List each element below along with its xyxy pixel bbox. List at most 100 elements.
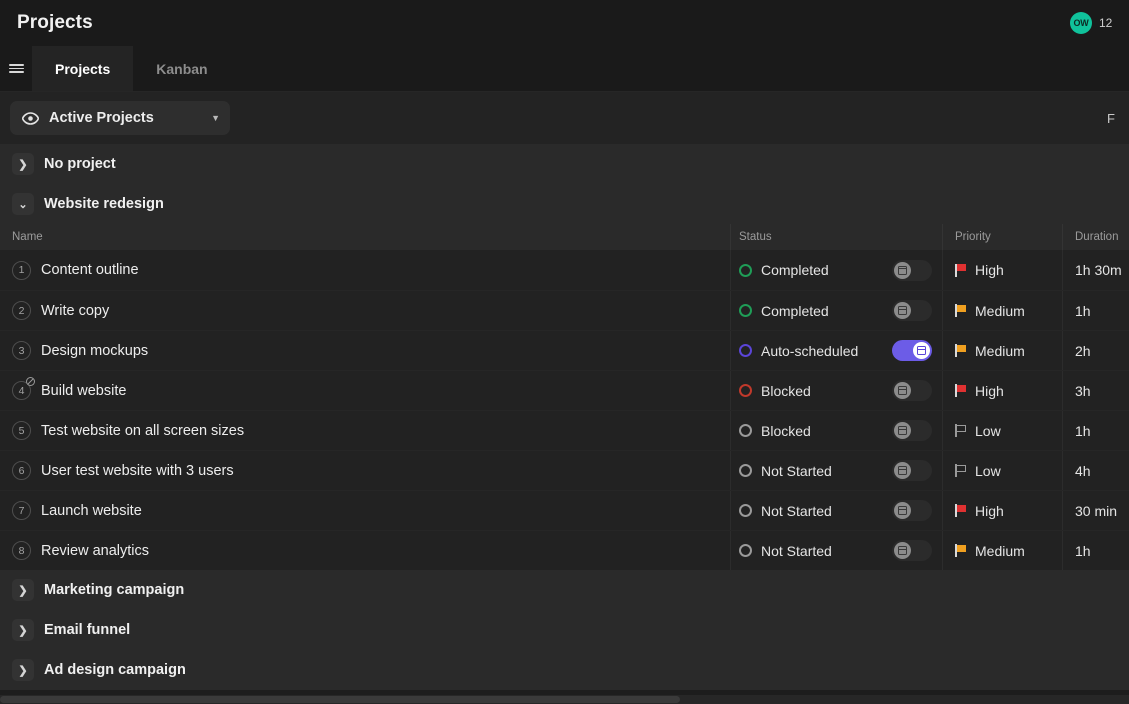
task-number: 8 [12, 541, 31, 560]
task-status-cell[interactable]: Not Started [730, 451, 942, 490]
task-duration-cell[interactable]: 1h [1062, 291, 1129, 330]
duration-label: 4h [1075, 462, 1091, 479]
duration-label: 30 min [1075, 502, 1118, 519]
auto-schedule-toggle[interactable] [892, 300, 932, 321]
auto-schedule-toggle[interactable] [892, 259, 932, 281]
chevron-right-icon[interactable]: ❯ [12, 579, 34, 601]
task-title: Write copy [41, 302, 110, 319]
scrollbar-thumb[interactable] [0, 696, 680, 703]
task-priority-cell[interactable]: Medium [942, 531, 1062, 570]
task-priority-cell[interactable]: High [942, 371, 1062, 410]
column-header-duration[interactable]: Duration [1062, 224, 1129, 250]
task-status-cell[interactable]: Blocked [730, 371, 942, 410]
task-name-cell[interactable]: 4 Build website [0, 377, 730, 400]
task-duration-cell[interactable]: 3h [1062, 371, 1129, 410]
priority-label: Medium [975, 542, 1025, 559]
task-status-cell[interactable]: Completed [730, 250, 942, 290]
group-row-email-funnel[interactable]: ❯ Email funnel [0, 610, 1129, 650]
task-duration-cell[interactable]: 1h [1062, 531, 1129, 570]
task-name-cell[interactable]: 1 Content outline [0, 260, 730, 280]
task-duration-cell[interactable]: 1h [1062, 411, 1129, 450]
calendar-icon [917, 346, 926, 355]
status-dot-icon [739, 344, 752, 357]
table-row[interactable]: 5 Test website on all screen sizes Blocked… [0, 410, 1129, 450]
table-row[interactable]: 6 User test website with 3 users Not Start… [0, 450, 1129, 490]
group-row-marketing-campaign[interactable]: ❯ Marketing campaign [0, 570, 1129, 610]
task-title: Test website on all screen sizes [41, 422, 245, 439]
duration-label: 1h 30m [1075, 262, 1122, 278]
table-row[interactable]: 4 Build website Blocked High 3h [0, 370, 1129, 410]
chevron-down-icon[interactable]: ⌄ [12, 193, 34, 215]
group-row-website-redesign[interactable]: ⌄ Website redesign [0, 184, 1129, 224]
blocked-badge-icon [26, 377, 35, 386]
hamburger-icon[interactable] [0, 46, 32, 91]
calendar-icon [898, 506, 907, 515]
group-name: Ad design campaign [44, 662, 186, 678]
filter-bar: Active Projects ▼ F [0, 92, 1129, 144]
task-name-cell[interactable]: 3 Design mockups [0, 341, 730, 360]
priority-label: High [975, 262, 1004, 278]
task-number: 7 [12, 501, 31, 520]
column-header-status[interactable]: Status [730, 224, 942, 250]
tab-projects[interactable]: Projects [32, 46, 134, 91]
duration-label: 1h [1075, 542, 1091, 559]
task-priority-cell[interactable]: Medium [942, 291, 1062, 330]
task-number: 3 [12, 341, 31, 360]
duration-label: 3h [1075, 382, 1091, 399]
task-duration-cell[interactable]: 4h [1062, 451, 1129, 490]
chevron-right-icon[interactable]: ❯ [12, 619, 34, 641]
table-row[interactable]: 8 Review analytics Not Started Medium 1h [0, 530, 1129, 570]
priority-flag-icon [955, 464, 967, 477]
task-status-cell[interactable]: Not Started [730, 531, 942, 570]
group-row-no-project[interactable]: ❯ No project [0, 144, 1129, 184]
chevron-right-icon[interactable]: ❯ [12, 659, 34, 681]
auto-schedule-toggle[interactable] [892, 340, 932, 361]
clock-text: 12 [1099, 16, 1113, 30]
auto-schedule-toggle[interactable] [892, 540, 932, 561]
task-priority-cell[interactable]: Low [942, 411, 1062, 450]
table-row[interactable]: 1 Content outline Completed High 1h 30m [0, 250, 1129, 290]
status-label: Not Started [761, 542, 832, 559]
task-status-cell[interactable]: Completed [730, 291, 942, 330]
task-name-cell[interactable]: 2 Write copy [0, 301, 730, 320]
auto-schedule-toggle[interactable] [892, 420, 932, 441]
duration-label: 1h [1075, 302, 1091, 319]
priority-flag-icon [955, 544, 967, 557]
auto-schedule-toggle[interactable] [892, 380, 932, 401]
tab-projects-label: Projects [55, 60, 111, 77]
status-label: Not Started [761, 462, 832, 479]
group-row-ad-design-campaign[interactable]: ❯ Ad design campaign [0, 650, 1129, 690]
task-status-cell[interactable]: Auto-scheduled [730, 331, 942, 370]
task-duration-cell[interactable]: 1h 30m [1062, 250, 1129, 290]
task-name-cell[interactable]: 7 Launch website [0, 501, 730, 520]
avatar[interactable]: OW [1070, 12, 1092, 34]
task-priority-cell[interactable]: High [942, 491, 1062, 530]
table-row[interactable]: 3 Design mockups Auto-scheduled Medium 2h [0, 330, 1129, 370]
tab-kanban-label: Kanban [156, 60, 208, 77]
status-label: Completed [761, 262, 829, 278]
filter-label[interactable]: F [1107, 111, 1115, 126]
task-title: Review analytics [41, 542, 149, 559]
task-status-cell[interactable]: Not Started [730, 491, 942, 530]
column-header-name[interactable]: Name [0, 231, 730, 243]
table-row[interactable]: 7 Launch website Not Started High 30 min [0, 490, 1129, 530]
auto-schedule-toggle[interactable] [892, 460, 932, 481]
auto-schedule-toggle[interactable] [892, 500, 932, 521]
task-priority-cell[interactable]: High [942, 250, 1062, 290]
task-duration-cell[interactable]: 30 min [1062, 491, 1129, 530]
chevron-right-icon[interactable]: ❯ [12, 153, 34, 175]
tab-kanban[interactable]: Kanban [133, 46, 230, 91]
task-status-cell[interactable]: Blocked [730, 411, 942, 450]
task-name-cell[interactable]: 5 Test website on all screen sizes [0, 421, 730, 440]
column-header-priority[interactable]: Priority [942, 224, 1062, 250]
toggle-knob [894, 261, 911, 279]
horizontal-scrollbar[interactable] [0, 695, 1129, 704]
task-name-cell[interactable]: 6 User test website with 3 users [0, 461, 730, 480]
chevron-down-icon: ▼ [211, 113, 220, 123]
task-priority-cell[interactable]: Low [942, 451, 1062, 490]
task-duration-cell[interactable]: 2h [1062, 331, 1129, 370]
table-row[interactable]: 2 Write copy Completed Medium 1h [0, 290, 1129, 330]
view-selector[interactable]: Active Projects ▼ [10, 101, 230, 135]
task-priority-cell[interactable]: Medium [942, 331, 1062, 370]
task-name-cell[interactable]: 8 Review analytics [0, 541, 730, 560]
